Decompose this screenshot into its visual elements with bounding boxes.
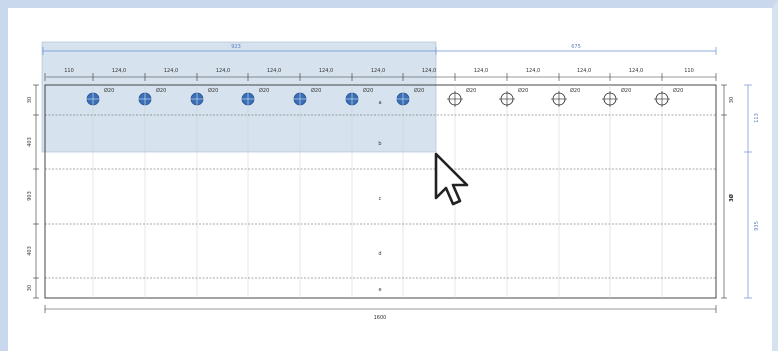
- right-blue-dim-text: 935: [754, 221, 760, 231]
- top-dim-text: 124,0: [577, 68, 591, 74]
- top-dim-text: 124,0: [267, 68, 281, 74]
- hole-label: Ø20: [673, 87, 683, 94]
- top-dim-text: 124,0: [216, 68, 230, 74]
- left-dim-text: 403: [27, 246, 33, 256]
- top-dim-text: 124,0: [526, 68, 540, 74]
- hole-marker: [447, 91, 463, 107]
- right-blue-dimensions: 113 935: [744, 84, 760, 299]
- hole-label: Ø20: [414, 87, 424, 94]
- drawing-window: 923 675 110 124,0 124,0 124,0 124,0 124,…: [0, 0, 778, 351]
- hole-marker: [551, 91, 567, 107]
- bottom-dimension: 1600: [44, 305, 717, 321]
- hole-label: Ø20: [518, 87, 528, 94]
- row-label-d: d: [378, 251, 381, 257]
- hole-marker: [654, 91, 670, 107]
- left-dim-text: 30: [27, 285, 33, 291]
- right-dimension-chain: 30 3Ø: [721, 84, 735, 299]
- top-dim-text: 110: [64, 68, 74, 74]
- top-dim-text: 124,0: [112, 68, 126, 74]
- row-label-e: e: [378, 287, 381, 293]
- top-dim-text: 124,0: [164, 68, 178, 74]
- hole-label: Ø20: [621, 87, 631, 94]
- right-blue-dim-text: 113: [754, 113, 760, 123]
- top-dim-text: 110: [684, 68, 694, 74]
- mouse-cursor-icon: [434, 152, 469, 206]
- hole-label: Ø20: [208, 87, 218, 94]
- top-dim-text: 124,0: [422, 68, 436, 74]
- drawing-canvas[interactable]: 923 675 110 124,0 124,0 124,0 124,0 124,…: [8, 8, 778, 351]
- bottom-dim-text: 1600: [374, 315, 387, 321]
- hole-marker: [602, 91, 618, 107]
- right-dim-text: 3Ø: [728, 193, 735, 201]
- top-blue-dim-right: 675: [571, 44, 581, 50]
- top-blue-dim-left: 923: [231, 44, 241, 50]
- hole-label: Ø20: [363, 87, 373, 94]
- top-dim-text: 124,0: [371, 68, 385, 74]
- hole-label: Ø20: [104, 87, 114, 94]
- hole-label: Ø20: [311, 87, 321, 94]
- top-dim-text: 124,0: [629, 68, 643, 74]
- row-label-c: c: [379, 196, 382, 202]
- row-label-b: b: [378, 141, 381, 147]
- left-dim-text: 903: [27, 191, 33, 201]
- hole-marker: [499, 91, 515, 107]
- right-dim-text: 30: [729, 97, 735, 103]
- hole-label: Ø20: [259, 87, 269, 94]
- left-dimension-chain: 30 403 903 403 30: [27, 84, 39, 299]
- top-dim-text: 124,0: [319, 68, 333, 74]
- left-dim-text: 30: [27, 97, 33, 103]
- top-dim-text: 124,0: [474, 68, 488, 74]
- hole-label: Ø20: [466, 87, 476, 94]
- hole-label: Ø20: [570, 87, 580, 94]
- left-dim-text: 403: [27, 137, 33, 147]
- selection-rectangle: [41, 41, 437, 153]
- hole-label: Ø20: [156, 87, 166, 94]
- row-label-a: a: [378, 100, 381, 106]
